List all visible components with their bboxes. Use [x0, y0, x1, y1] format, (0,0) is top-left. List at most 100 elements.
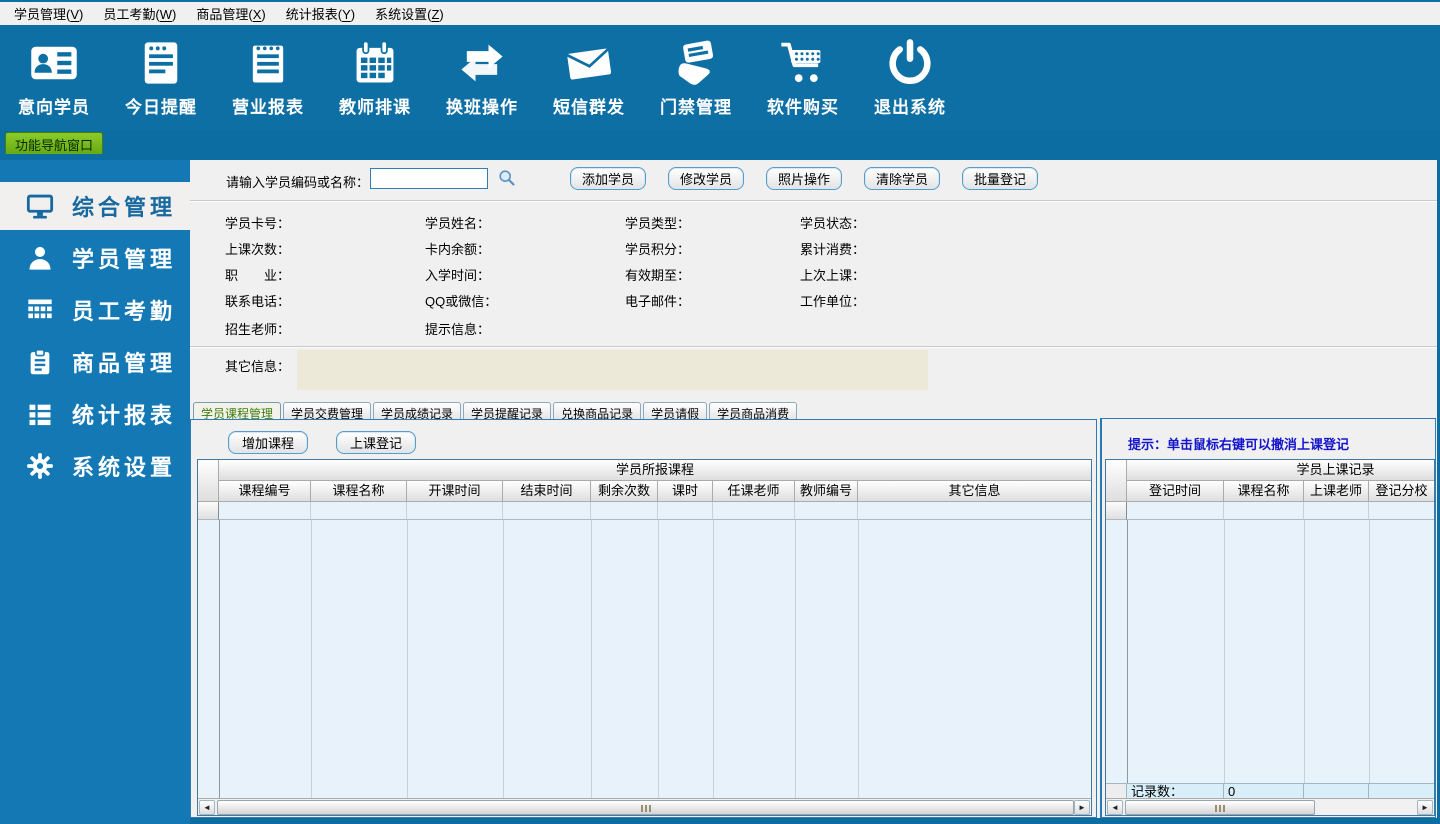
- column-header-course-id: 课程编号: [219, 481, 311, 502]
- field-label-student-status: 学员状态：: [800, 216, 866, 231]
- column-header-course-name: 课程名称: [1224, 481, 1304, 502]
- add-student-button[interactable]: 添加学员: [570, 167, 646, 190]
- sidebar-item-label: 综合管理: [72, 195, 177, 220]
- field-label-tip-info: 提示信息：: [425, 322, 491, 337]
- field-label-valid-until: 有效期至：: [625, 268, 691, 283]
- scrollbar-thumb[interactable]: [1125, 800, 1315, 815]
- scrollbar-thumb[interactable]: [217, 800, 1074, 815]
- field-label-recruiter: 招生老师：: [225, 322, 291, 337]
- column-header-teacher: 任课老师: [713, 481, 795, 502]
- id-card-icon: [28, 37, 80, 89]
- clear-student-button[interactable]: 清除学员: [864, 167, 940, 190]
- search-icon[interactable]: [498, 169, 516, 187]
- column-header-other-info: 其它信息: [858, 481, 1091, 502]
- menu-statistics-report[interactable]: 统计报表(Y): [280, 2, 361, 25]
- toolbar-access-control[interactable]: 门禁管理: [648, 25, 744, 130]
- sidebar-nav: 综合管理 学员管理 员工考勤 商品管理 统计报表 系统设置: [0, 160, 190, 824]
- monitor-icon: [26, 192, 54, 220]
- toolbar-label: 营业报表: [232, 98, 304, 117]
- toolbar-label: 意向学员: [18, 98, 90, 117]
- notepad-icon: [242, 37, 294, 89]
- toolbar-sms-broadcast[interactable]: 短信群发: [541, 25, 637, 130]
- sidebar-item-comprehensive-management[interactable]: 综合管理: [0, 182, 190, 230]
- sidebar-item-statistics-report[interactable]: 统计报表: [0, 390, 190, 438]
- table-cell: [713, 502, 795, 520]
- toolbar-label: 门禁管理: [660, 98, 732, 117]
- table-cell: [311, 502, 407, 520]
- tab-goods-exchange-records[interactable]: 兑换商品记录: [553, 402, 642, 421]
- scroll-right-arrow[interactable]: ►: [1417, 800, 1433, 815]
- field-label-student-type: 学员类型：: [625, 216, 691, 231]
- menu-student-management[interactable]: 学员管理(V): [8, 2, 89, 25]
- add-course-button[interactable]: 增加课程: [228, 431, 308, 454]
- scroll-left-arrow[interactable]: ◄: [199, 800, 215, 815]
- toolbar-teacher-scheduling[interactable]: 教师排课: [327, 25, 423, 130]
- field-label-points: 学员积分：: [625, 242, 691, 257]
- toolbar-class-swap[interactable]: 换班操作: [434, 25, 530, 130]
- scroll-right-arrow[interactable]: ►: [1074, 800, 1090, 815]
- toolbar-exit-system[interactable]: 退出系统: [862, 25, 958, 130]
- tab-payment-management[interactable]: 学员交费管理: [283, 402, 372, 421]
- function-nav-window-tab[interactable]: 功能导航窗口: [5, 132, 104, 154]
- toolbar-label: 换班操作: [446, 98, 518, 117]
- photo-operation-button[interactable]: 照片操作: [766, 167, 842, 190]
- menu-product-management[interactable]: 商品管理(X): [190, 2, 271, 25]
- toolbar-label: 软件购买: [767, 98, 839, 117]
- search-label: 请输入学员编码或名称：: [226, 175, 370, 190]
- class-records-hscrollbar[interactable]: ◄ ►: [1106, 798, 1434, 815]
- sidebar-item-product-management[interactable]: 商品管理: [0, 338, 190, 386]
- column-header-register-time: 登记时间: [1127, 481, 1224, 502]
- search-input[interactable]: [370, 168, 488, 189]
- column-header-start-time: 开课时间: [407, 481, 503, 502]
- field-label-email: 电子邮件：: [625, 294, 691, 309]
- tab-reminder-records[interactable]: 学员提醒记录: [463, 402, 552, 421]
- class-register-button[interactable]: 上课登记: [336, 431, 416, 454]
- field-label-enroll-date: 入学时间：: [425, 268, 491, 283]
- column-header-teacher-id: 教师编号: [795, 481, 858, 502]
- report-list-icon: [26, 400, 54, 428]
- toolbar-software-purchase[interactable]: 软件购买: [755, 25, 851, 130]
- table-cell: [1369, 502, 1434, 520]
- toolbar-today-reminders[interactable]: 今日提醒: [113, 25, 209, 130]
- sidebar-item-label: 统计报表: [72, 403, 177, 428]
- field-label-total-spend: 累计消费：: [800, 242, 866, 257]
- swap-arrows-icon: [456, 37, 508, 89]
- divider: [190, 346, 1437, 348]
- menu-staff-attendance[interactable]: 员工考勤(W): [97, 2, 182, 25]
- toolbar-prospective-students[interactable]: 意向学员: [6, 25, 102, 130]
- tab-goods-consumption[interactable]: 学员商品消费: [709, 402, 798, 421]
- calendar-icon: [349, 37, 401, 89]
- table-cell: [591, 502, 658, 520]
- sidebar-item-student-management[interactable]: 学员管理: [0, 234, 190, 282]
- column-header-register-branch: 登记分校: [1369, 481, 1434, 502]
- info-field-row: 联系电话： QQ或微信： 电子邮件： 工作单位：: [190, 291, 1437, 309]
- sidebar-item-staff-attendance[interactable]: 员工考勤: [0, 286, 190, 334]
- tab-course-management[interactable]: 学员课程管理: [193, 402, 282, 421]
- envelope-icon: [563, 37, 615, 89]
- tab-grade-records[interactable]: 学员成绩记录: [373, 402, 462, 421]
- toolbar-label: 今日提醒: [125, 98, 197, 117]
- table-cell: [858, 502, 1091, 520]
- table-cell: [503, 502, 591, 520]
- info-field-row: 学员卡号： 学员姓名： 学员类型： 学员状态：: [190, 213, 1437, 231]
- column-header-end-time: 结束时间: [503, 481, 591, 502]
- sidebar-item-label: 商品管理: [72, 351, 177, 376]
- field-label-card-no: 学员卡号：: [225, 216, 291, 231]
- class-records-panel: 提示：单击鼠标右键可以撤消上课登记 学员上课记录 登记时间 课程名称 上课老师 …: [1100, 418, 1436, 818]
- table-cell: [1224, 502, 1304, 520]
- scroll-left-arrow[interactable]: ◄: [1107, 800, 1123, 815]
- column-header-course-name: 课程名称: [311, 481, 407, 502]
- edit-student-button[interactable]: 修改学员: [668, 167, 744, 190]
- toolbar-business-report[interactable]: 营业报表: [220, 25, 316, 130]
- field-label-phone: 联系电话：: [225, 294, 291, 309]
- sidebar-item-label: 学员管理: [72, 247, 177, 272]
- info-field-row: 上课次数： 卡内余额： 学员积分： 累计消费：: [190, 239, 1437, 257]
- menu-system-settings[interactable]: 系统设置(Z): [369, 2, 450, 25]
- batch-register-button[interactable]: 批量登记: [962, 167, 1038, 190]
- other-info-label: 其它信息：: [225, 359, 291, 374]
- courses-table-hscrollbar[interactable]: ◄ ►: [198, 798, 1091, 815]
- class-records-table: 学员上课记录 登记时间 课程名称 上课老师 登记分校 记录数： 0 ◄ ►: [1105, 459, 1435, 816]
- courses-table-group-header: 学员所报课程: [219, 460, 1091, 481]
- sidebar-item-system-settings[interactable]: 系统设置: [0, 442, 190, 490]
- tab-leave-requests[interactable]: 学员请假: [643, 402, 708, 421]
